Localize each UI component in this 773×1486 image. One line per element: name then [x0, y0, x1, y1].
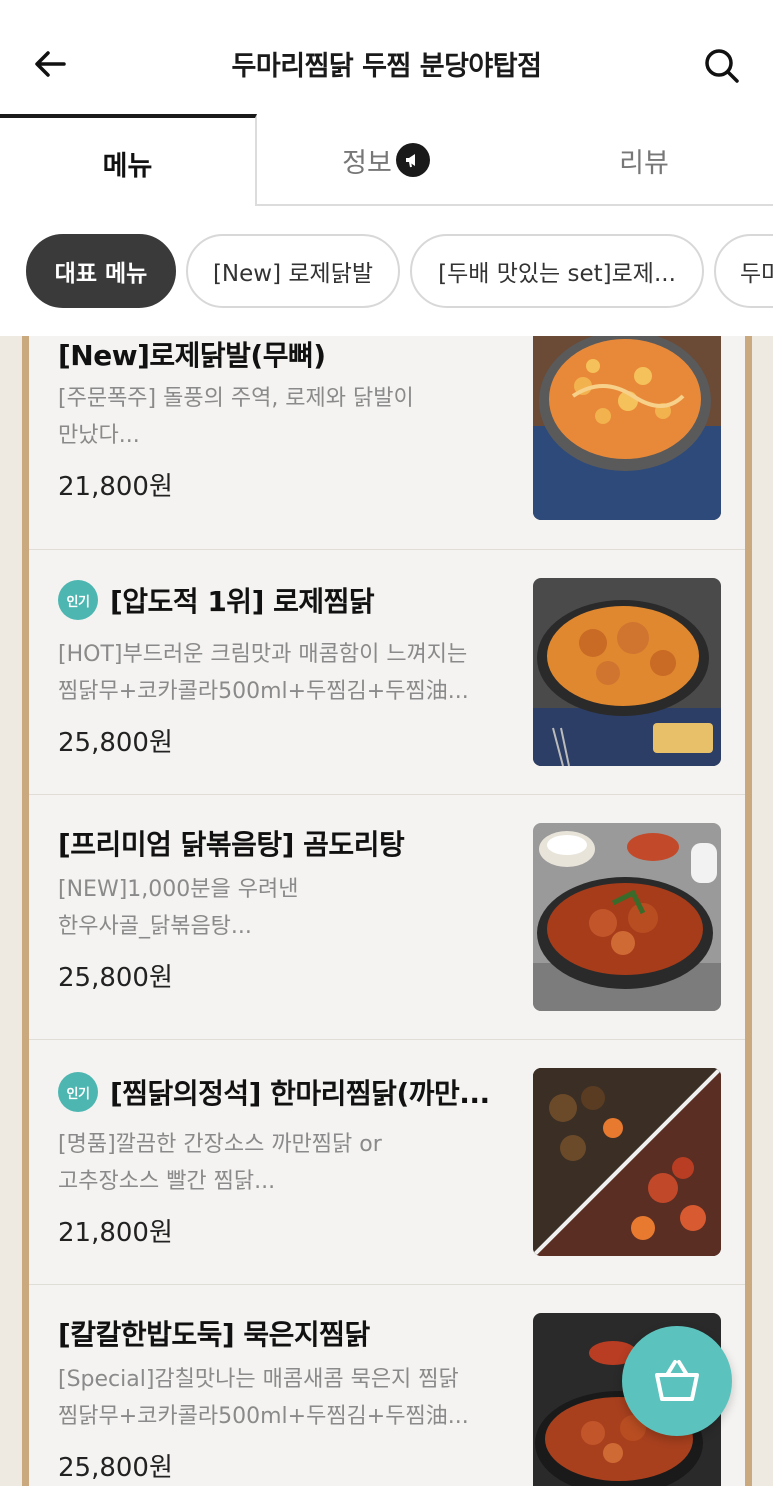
- menu-item[interactable]: [프리미엄 닭볶음탕] 곰도리탕 [NEW]1,000분을 우려낸 한우사골_닭…: [29, 795, 745, 1040]
- cart-button[interactable]: [622, 1326, 732, 1436]
- menu-item-image: [533, 578, 721, 766]
- menu-item-desc: [Special]감칠맛나는 매콤새콤 묵은지 찜닭 찜닭무+코카콜라500ml…: [58, 1361, 528, 1435]
- search-icon: [705, 49, 739, 83]
- menu-item-name-text: [찜닭의정석] 한마리찜닭(까만...: [110, 1077, 490, 1110]
- menu-item-desc-line: 찜닭무+코카콜라500ml+두찜김+두찜油...: [58, 679, 469, 704]
- menu-item-desc-line: [HOT]부드러운 크림맛과 매콤함이 느껴지는: [58, 642, 468, 667]
- category-chips: 대표 메뉴 [New] 로제닭발 [두배 맛있는 set]로제... 두마: [0, 206, 773, 336]
- menu-item-desc-line: [NEW]1,000분을 우려낸: [58, 877, 299, 902]
- tab-menu[interactable]: 메뉴: [0, 114, 257, 208]
- menu-item-image: [533, 336, 721, 520]
- megaphone-icon: [395, 143, 430, 177]
- menu-item-price: 21,800원: [58, 1218, 173, 1248]
- popular-badge: 인기: [58, 580, 98, 620]
- tab-info-label: 정보: [342, 147, 392, 179]
- chip-more[interactable]: 두마: [714, 234, 773, 308]
- menu-item-desc-line: [주문폭주] 돌풍의 주역, 로제와 닭발이: [58, 386, 414, 411]
- tab-menu-label: 메뉴: [102, 150, 153, 182]
- menu-item-image: [533, 823, 721, 1011]
- search-button[interactable]: [696, 40, 748, 92]
- menu-item-desc-line: [명품]깔끔한 간장소스 까만찜닭 or: [58, 1132, 382, 1157]
- menu-item-desc-line: 고추장소스 빨간 찜닭...: [58, 1169, 276, 1194]
- menu-item-desc-line: 한우사골_닭볶음탕...: [58, 914, 252, 939]
- menu-list: [New]로제닭발(무뼈) [주문폭주] 돌풍의 주역, 로제와 닭발이 만났다…: [22, 336, 752, 1486]
- chip-signature-menu[interactable]: 대표 메뉴: [26, 234, 176, 308]
- popular-badge: 인기: [58, 1072, 98, 1112]
- chip-new-rose-chicken-feet[interactable]: [New] 로제닭발: [186, 234, 400, 308]
- menu-item-name: [프리미엄 닭볶음탕] 곰도리탕: [58, 823, 405, 863]
- tab-bar: 메뉴 정보 리뷰: [0, 114, 773, 208]
- menu-item-desc-line: [Special]감칠맛나는 매콤새콤 묵은지 찜닭: [58, 1367, 459, 1392]
- menu-item-name: [칼칼한밥도둑] 묵은지찜닭: [58, 1313, 370, 1353]
- menu-item-name-text: [칼칼한밥도둑] 묵은지찜닭: [58, 1318, 370, 1351]
- menu-item-desc: [NEW]1,000분을 우려낸 한우사골_닭볶음탕...: [58, 871, 528, 945]
- menu-item-name-text: [프리미엄 닭볶음탕] 곰도리탕: [58, 828, 405, 861]
- app-header: 두마리찜닭 두찜 분당야탑점: [0, 0, 773, 118]
- chip-double-set[interactable]: [두배 맛있는 set]로제...: [410, 234, 704, 308]
- menu-item-price: 25,800원: [58, 1453, 173, 1483]
- menu-item-image: [533, 1068, 721, 1256]
- page-title: 두마리찜닭 두찜 분당야탑점: [231, 51, 542, 82]
- menu-item-name-text: [압도적 1위] 로제찜닭: [110, 585, 375, 618]
- menu-item-price: 25,800원: [58, 728, 173, 758]
- menu-item-desc: [명품]깔끔한 간장소스 까만찜닭 or 고추장소스 빨간 찜닭...: [58, 1126, 528, 1200]
- menu-item-desc-line: 만났다...: [58, 423, 140, 448]
- menu-item-desc-line: 찜닭무+코카콜라500ml+두찜김+두찜油...: [58, 1404, 469, 1429]
- tab-info[interactable]: 정보: [257, 114, 515, 206]
- menu-item[interactable]: 인기 [압도적 1위] 로제찜닭 [HOT]부드러운 크림맛과 매콤함이 느껴지…: [29, 550, 745, 795]
- menu-item[interactable]: 인기 [찜닭의정석] 한마리찜닭(까만... [명품]깔끔한 간장소스 까만찜닭…: [29, 1040, 745, 1285]
- menu-item-price: 21,800원: [58, 472, 173, 502]
- tab-review-label: 리뷰: [619, 147, 669, 179]
- menu-list-area: [New]로제닭발(무뼈) [주문폭주] 돌풍의 주역, 로제와 닭발이 만났다…: [0, 336, 773, 1486]
- shopping-basket-icon: [655, 1360, 699, 1401]
- menu-item-name-text: [New]로제닭발(무뼈): [58, 339, 326, 372]
- menu-item-name: [New]로제닭발(무뼈): [58, 336, 326, 374]
- menu-item-name: 인기 [찜닭의정석] 한마리찜닭(까만...: [58, 1072, 490, 1112]
- menu-item[interactable]: [New]로제닭발(무뼈) [주문폭주] 돌풍의 주역, 로제와 닭발이 만났다…: [29, 336, 745, 550]
- menu-item-desc: [주문폭주] 돌풍의 주역, 로제와 닭발이 만났다...: [58, 380, 528, 454]
- menu-item-price: 25,800원: [58, 963, 173, 993]
- tab-review[interactable]: 리뷰: [515, 114, 773, 206]
- menu-item-desc: [HOT]부드러운 크림맛과 매콤함이 느껴지는 찜닭무+코카콜라500ml+두…: [58, 636, 538, 710]
- menu-item-name: 인기 [압도적 1위] 로제찜닭: [58, 580, 375, 620]
